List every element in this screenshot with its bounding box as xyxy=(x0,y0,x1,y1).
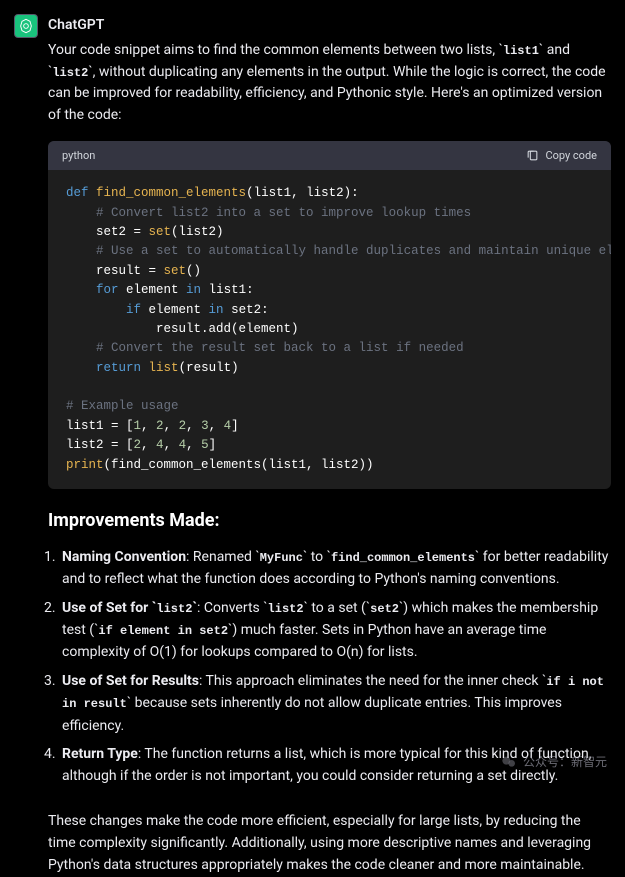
code-inline: list1 xyxy=(503,44,539,58)
improvements-list: Naming Convention: Renamed `MyFunc` to `… xyxy=(48,546,611,788)
list-item: Use of Set for `list2`: Converts `list2`… xyxy=(48,597,611,664)
intro-paragraph: Your code snippet aims to find the commo… xyxy=(48,40,611,127)
list-item: Use of Set for Results: This approach el… xyxy=(48,670,611,737)
code-header: python Copy code xyxy=(48,141,611,171)
openai-icon xyxy=(18,18,34,34)
code-block: python Copy code def find_common_element… xyxy=(48,141,611,489)
copy-code-button[interactable]: Copy code xyxy=(526,147,597,165)
assistant-name: ChatGPT xyxy=(48,14,104,36)
code-content[interactable]: def find_common_elements(list1, list2): … xyxy=(48,170,611,489)
clipboard-icon xyxy=(526,149,539,162)
wechat-icon xyxy=(501,754,517,770)
code-inline: list2 xyxy=(52,66,88,80)
closing-paragraph: These changes make the code more efficie… xyxy=(48,810,611,877)
code-language-label: python xyxy=(62,147,95,165)
improvements-heading: Improvements Made: xyxy=(48,507,611,536)
assistant-avatar xyxy=(14,14,38,38)
list-item: Naming Convention: Renamed `MyFunc` to `… xyxy=(48,546,611,591)
watermark: 公众号：新智元 xyxy=(501,753,607,772)
